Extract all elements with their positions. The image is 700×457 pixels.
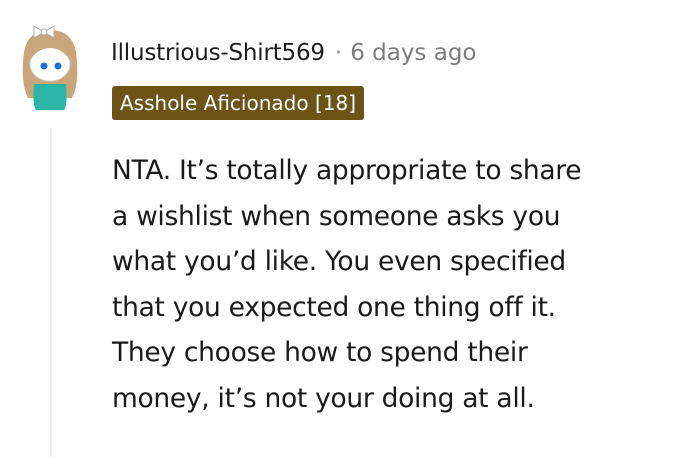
meta-separator: · <box>334 40 343 66</box>
user-avatar-icon[interactable] <box>14 12 86 112</box>
comment-header: Illustrious-Shirt569 · 6 days ago <box>111 36 477 70</box>
username-link[interactable]: Illustrious-Shirt569 <box>111 40 325 66</box>
comment-body-line: that you expected one thing off it. <box>112 291 556 323</box>
comment-timestamp[interactable]: 6 days ago <box>350 40 476 66</box>
comment: Illustrious-Shirt569 · 6 days ago Asshol… <box>0 0 700 457</box>
comment-body-line: They choose how to spend their <box>112 337 528 368</box>
comment-body-line: a wishlist when someone asks you <box>112 200 561 232</box>
comment-body: NTA. It’s totally appropriate to share a… <box>112 148 697 421</box>
comment-body-line: what you’d like. You even specified <box>112 246 566 277</box>
thread-line[interactable] <box>50 128 52 457</box>
comment-body-line: NTA. It’s totally appropriate to share <box>112 155 582 186</box>
comment-body-line: money, it’s not your doing at all. <box>112 382 535 414</box>
user-flair-badge: Asshole Aficionado [18] <box>112 86 364 120</box>
